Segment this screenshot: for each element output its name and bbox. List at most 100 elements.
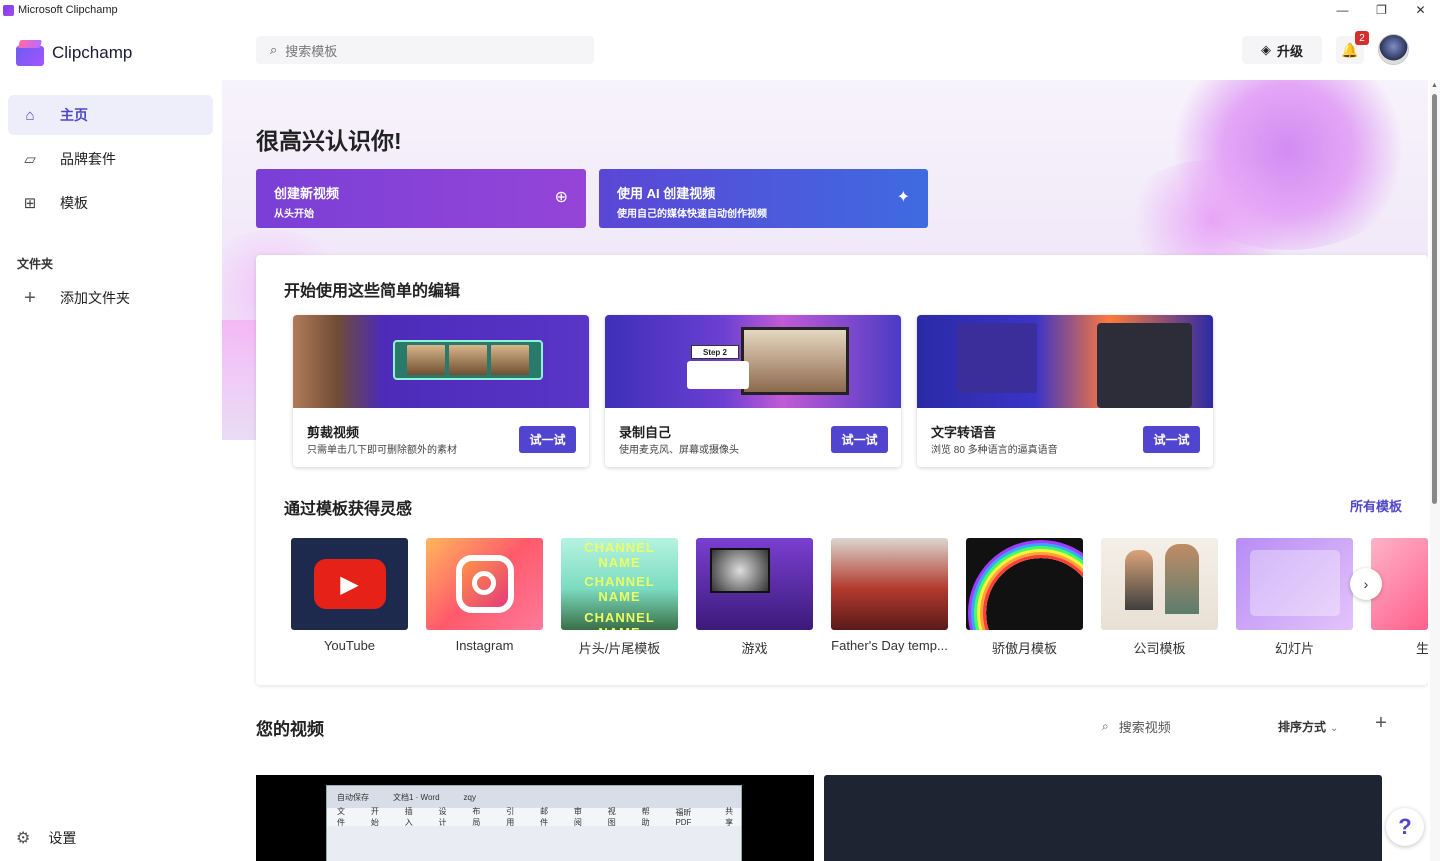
- gear-icon: ⚙: [16, 830, 31, 847]
- template-slideshow[interactable]: 幻灯片: [1236, 538, 1353, 657]
- channel-name-text: CHANNEL NAME: [584, 610, 655, 630]
- app-icon: [3, 4, 14, 16]
- maximize-button[interactable]: ❐: [1362, 0, 1401, 20]
- scrollbar-thumb[interactable]: [1432, 94, 1437, 504]
- ai-create-video-button[interactable]: 使用 AI 创建视频 使用自己的媒体快速自动创作视频 ✦: [599, 169, 928, 228]
- play-icon: ▶: [313, 559, 386, 609]
- avatar[interactable]: [1378, 34, 1409, 65]
- sidebar-item-brand-kit[interactable]: ▱ 品牌套件: [8, 139, 213, 179]
- trim-thumbnail: [293, 315, 589, 408]
- quick-edits-heading: 开始使用这些简单的编辑: [284, 283, 461, 300]
- channel-name-text: CHANNEL NAME: [584, 574, 655, 604]
- settings-label: 设置: [48, 830, 77, 846]
- word-menu-item: 开始: [370, 807, 379, 827]
- brand[interactable]: Clipchamp: [16, 40, 132, 66]
- templates-heading: 通过模板获得灵感: [284, 501, 413, 518]
- template-name: 骄傲月模板: [991, 641, 1057, 656]
- card-title: 文字转语音: [931, 425, 997, 440]
- video-card[interactable]: 自动保存 文档1 · Word zqy 文件 开始 插入 设计 布局 引用 邮件…: [256, 775, 814, 861]
- gaming-thumbnail: [696, 538, 813, 630]
- add-folder-button[interactable]: + 添加文件夹: [8, 278, 213, 318]
- close-button[interactable]: ✕: [1401, 0, 1440, 20]
- ai-title: 使用 AI 创建视频: [617, 186, 716, 201]
- search-placeholder: 搜索模板: [285, 43, 338, 59]
- brand-kit-icon: ▱: [24, 151, 36, 168]
- word-menu-item: 帮助: [641, 807, 650, 827]
- word-autosave-label: 自动保存: [337, 792, 369, 802]
- ai-subtitle: 使用自己的媒体快速自动创作视频: [617, 209, 767, 220]
- notification-badge: 2: [1355, 31, 1369, 45]
- sort-label: 排序方式: [1278, 720, 1327, 734]
- template-instagram[interactable]: Instagram: [426, 538, 543, 653]
- quick-edit-card-tts[interactable]: 文字转语音 浏览 80 多种语言的逼真语音 试一试: [917, 315, 1213, 467]
- create-title: 创建新视频: [274, 186, 340, 201]
- word-menu-item: 引用: [506, 807, 515, 827]
- word-menu-item: 共享: [725, 807, 734, 827]
- sidebar-item-label: 模板: [60, 195, 88, 211]
- tts-thumbnail: [917, 315, 1213, 408]
- quick-edit-card-trim[interactable]: 剪裁视频 只需单击几下即可删除额外的素材 试一试: [293, 315, 589, 467]
- try-button[interactable]: 试一试: [519, 426, 576, 453]
- your-videos-heading: 您的视频: [256, 720, 324, 739]
- sparkle-icon: ✦: [896, 189, 910, 206]
- template-name: Instagram: [455, 638, 514, 653]
- template-youtube[interactable]: ▶ YouTube: [291, 538, 408, 653]
- folders-section-label: 文件夹: [17, 257, 54, 271]
- card-subtitle: 浏览 80 多种语言的逼真语音: [931, 445, 1058, 456]
- diamond-icon: ◈: [1260, 42, 1271, 57]
- sidebar-item-templates[interactable]: ⊞ 模板: [8, 183, 213, 223]
- home-icon: ⌂: [25, 106, 35, 124]
- search-icon: ⌕: [270, 42, 278, 57]
- template-name: Father's Day temp...: [831, 638, 948, 653]
- slideshow-thumbnail: [1236, 538, 1353, 630]
- template-company[interactable]: 公司模板: [1101, 538, 1218, 657]
- word-menu-item: 视图: [607, 807, 616, 827]
- card-title: 剪裁视频: [307, 425, 360, 440]
- greeting-heading: 很高兴认识你!: [256, 128, 402, 154]
- scroll-up-icon[interactable]: ▲: [1431, 82, 1438, 89]
- sidebar-item-home[interactable]: ⌂ 主页: [8, 95, 213, 135]
- card-subtitle: 只需单击几下即可删除额外的素材: [307, 445, 457, 456]
- word-user: zqy: [463, 792, 476, 802]
- try-button[interactable]: 试一试: [1143, 426, 1200, 453]
- template-pride[interactable]: 骄傲月模板: [966, 538, 1083, 657]
- card-title: 录制自己: [619, 425, 672, 440]
- video-card[interactable]: [824, 775, 1382, 861]
- settings-button[interactable]: ⚙ 设置: [16, 828, 76, 848]
- template-search-input[interactable]: ⌕ 搜索模板: [256, 36, 594, 64]
- upgrade-button[interactable]: ◈ 升级: [1242, 36, 1322, 64]
- word-menu-item: 插入: [404, 807, 413, 827]
- template-name: 生: [1416, 641, 1428, 656]
- intro-thumbnail: CHANNEL NAME CHANNEL NAME CHANNEL NAME: [561, 538, 678, 630]
- help-button[interactable]: ?: [1386, 808, 1424, 846]
- all-templates-link[interactable]: 所有模板: [1350, 496, 1402, 515]
- vertical-scrollbar[interactable]: ▲: [1430, 80, 1440, 861]
- template-birthday[interactable]: 生: [1371, 538, 1428, 657]
- add-folder-label: 添加文件夹: [60, 290, 130, 306]
- try-button[interactable]: 试一试: [831, 426, 888, 453]
- create-subtitle: 从头开始: [274, 209, 314, 220]
- minimize-button[interactable]: —: [1323, 0, 1362, 20]
- template-gaming[interactable]: 游戏: [696, 538, 813, 657]
- templates-icon: ⊞: [23, 195, 37, 212]
- word-menu-item: 审阅: [573, 807, 582, 827]
- quick-edits-panel: 开始使用这些简单的编辑 剪裁视频 只需单击几下即可删除额外的素材 试一试 Ste…: [256, 255, 1428, 685]
- brand-name: Clipchamp: [52, 43, 133, 62]
- window-title: Microsoft Clipchamp: [18, 4, 118, 16]
- sidebar-item-label: 品牌套件: [60, 151, 116, 167]
- youtube-thumbnail: ▶: [291, 538, 408, 630]
- add-video-button[interactable]: +: [1368, 710, 1394, 736]
- template-name: 公司模板: [1133, 641, 1186, 656]
- sidebar: Clipchamp ⌂ 主页 ▱ 品牌套件 ⊞ 模板 文件夹 + 添加文件夹 ⚙…: [0, 20, 222, 861]
- template-intro-outro[interactable]: CHANNEL NAME CHANNEL NAME CHANNEL NAME 片…: [561, 538, 678, 657]
- template-fathers-day[interactable]: Father's Day temp...: [831, 538, 948, 653]
- upgrade-label: 升级: [1276, 43, 1303, 59]
- template-name: 片头/片尾模板: [578, 641, 661, 656]
- create-new-video-button[interactable]: 创建新视频 从头开始 ⊕: [256, 169, 586, 228]
- video-search-input[interactable]: ⌕ 搜索视频: [1102, 717, 1171, 736]
- card-subtitle: 使用麦克风、屏幕或摄像头: [619, 445, 739, 456]
- quick-edit-card-record[interactable]: Step 2 录制自己 使用麦克风、屏幕或摄像头 试一试: [605, 315, 901, 467]
- record-thumbnail: Step 2: [605, 315, 901, 408]
- carousel-next-button[interactable]: ›: [1350, 568, 1382, 600]
- sort-dropdown[interactable]: 排序方式 ⌄: [1278, 718, 1338, 735]
